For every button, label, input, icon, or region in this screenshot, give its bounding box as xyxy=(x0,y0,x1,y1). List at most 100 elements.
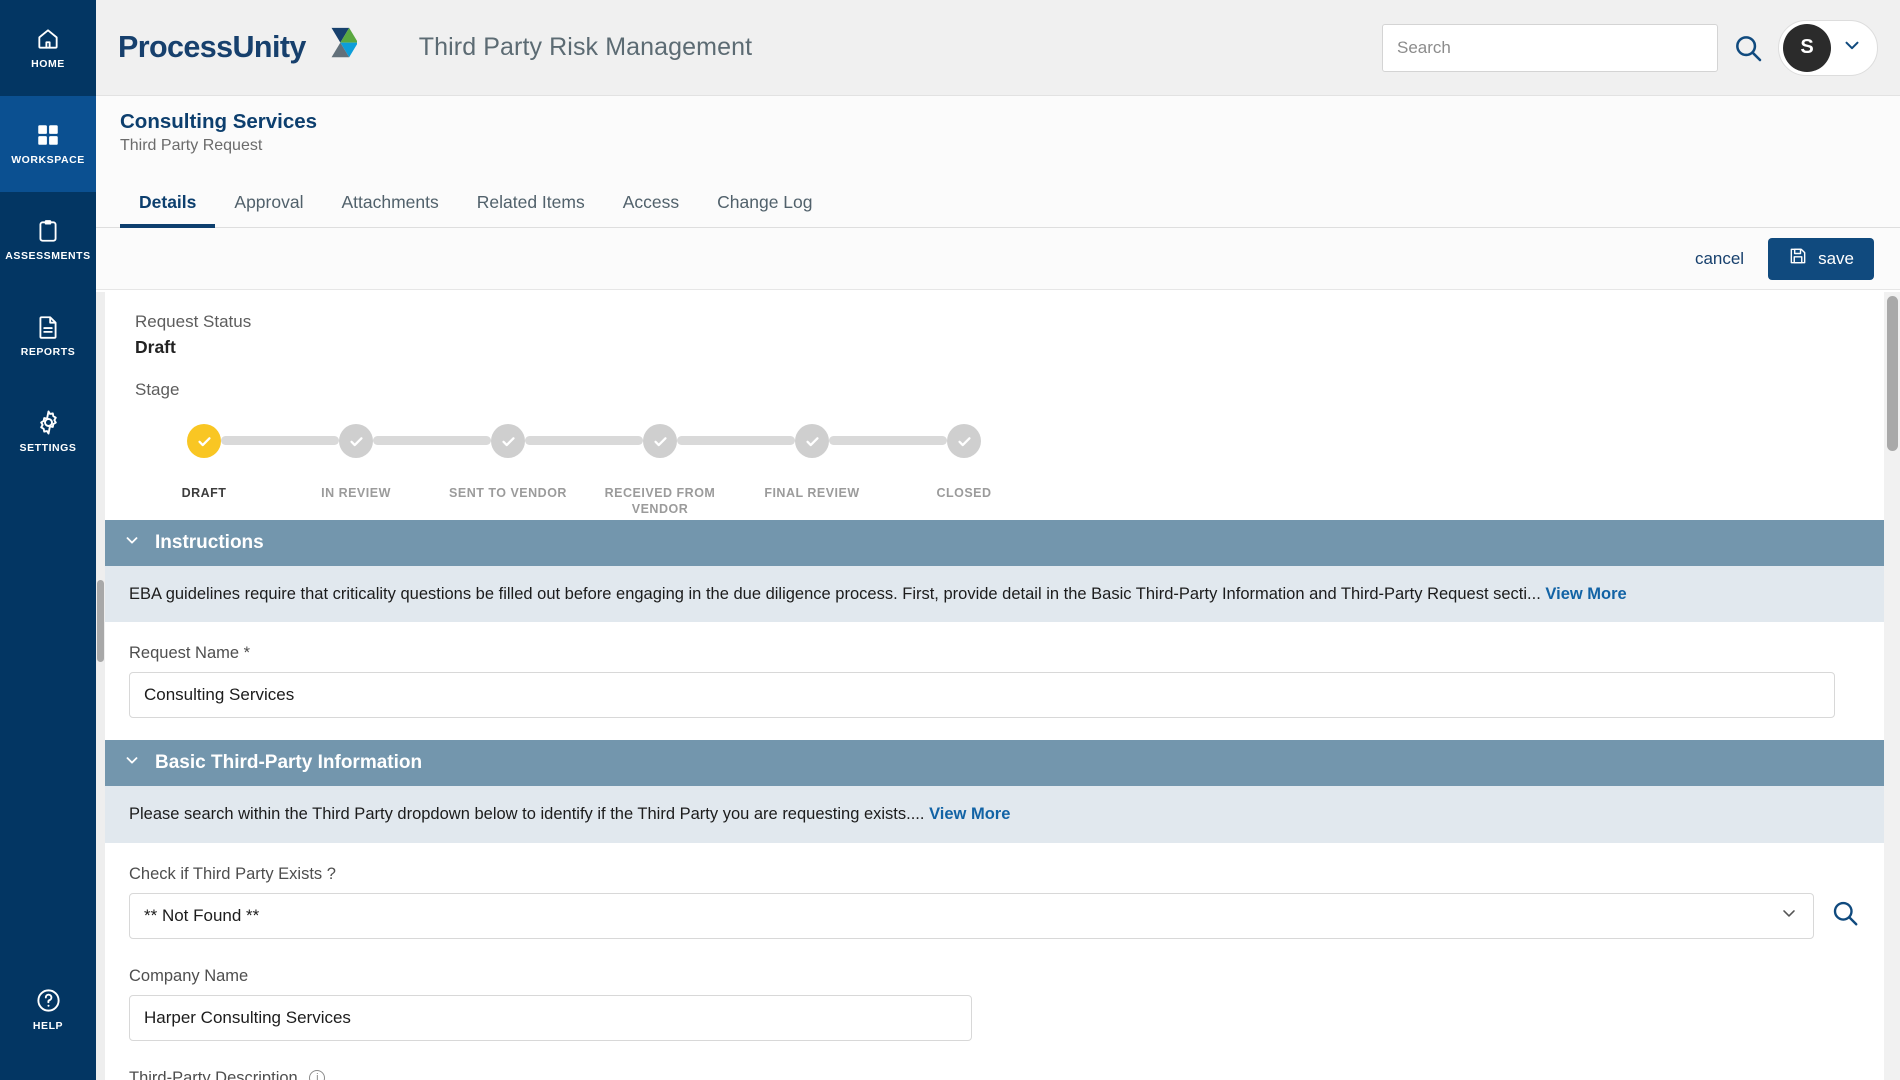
view-more-link[interactable]: View More xyxy=(1545,585,1626,603)
sidebar-item-home[interactable]: HOME xyxy=(0,0,96,96)
stage-step-label: FINAL REVIEW xyxy=(764,486,860,500)
tab-access[interactable]: Access xyxy=(604,192,698,227)
form-content: Request Status Draft Stage DRAFT IN REVI… xyxy=(96,290,1900,1080)
check-exists-row: ** Not Found ** xyxy=(129,892,1876,939)
record-title: Consulting Services xyxy=(120,110,318,133)
basic-info-note: Please search within the Third Party dro… xyxy=(105,786,1900,843)
sidebar-item-workspace[interactable]: WORKSPACE xyxy=(0,96,96,192)
page-scrollbar-right[interactable] xyxy=(1884,292,1900,1080)
check-icon xyxy=(187,424,221,458)
question-circle-icon xyxy=(35,987,62,1014)
sidebar-item-help[interactable]: HELP xyxy=(0,962,96,1058)
instructions-note: EBA guidelines require that criticality … xyxy=(105,566,1900,623)
stage-step-label: RECEIVED FROM VENDOR xyxy=(604,486,716,516)
stage-label: Stage xyxy=(135,380,180,399)
view-more-link[interactable]: View More xyxy=(929,805,1010,823)
left-nav-rail: HOME WORKSPACE ASSESSMENTS REPORTS SETTI… xyxy=(0,0,96,1080)
chevron-down-icon xyxy=(123,751,141,775)
logo-text: ProcessUnity xyxy=(118,30,306,64)
field-third-party-description: Third-Party Description i xyxy=(105,1062,1900,1080)
sidebar-item-label: HELP xyxy=(32,1020,64,1033)
stage-step-label: SENT TO VENDOR xyxy=(449,486,567,500)
top-header-bar: ProcessUnity Third Party Risk Management… xyxy=(96,0,1900,96)
field-request-name: Request Name * Consulting Services xyxy=(105,622,1900,741)
stage-connector xyxy=(221,436,339,445)
check-exists-select[interactable]: ** Not Found ** xyxy=(129,892,1814,939)
sidebar-item-reports[interactable]: REPORTS xyxy=(0,288,96,384)
save-button-label: save xyxy=(1818,248,1854,268)
instructions-note-text: EBA guidelines require that criticality … xyxy=(129,585,1541,603)
check-exists-value: ** Not Found ** xyxy=(144,905,260,925)
info-circle-icon[interactable]: i xyxy=(309,1069,326,1080)
clipboard-icon xyxy=(35,218,61,244)
chevron-down-icon xyxy=(1841,34,1863,61)
rail-spacer xyxy=(0,480,96,962)
request-status-label: Request Status xyxy=(135,312,252,331)
page-title: Third Party Risk Management xyxy=(418,33,753,61)
third-party-description-label-text: Third-Party Description xyxy=(129,1068,298,1080)
tab-related-items[interactable]: Related Items xyxy=(458,192,604,227)
stage-step-closed[interactable]: CLOSED xyxy=(936,424,991,500)
cancel-button[interactable]: cancel xyxy=(1691,243,1748,275)
request-name-label: Request Name * xyxy=(129,644,251,663)
company-name-input[interactable]: Harper Consulting Services xyxy=(129,994,972,1041)
stage-step-label: IN REVIEW xyxy=(321,486,391,500)
stage-step-in-review[interactable]: IN REVIEW xyxy=(321,424,390,500)
record-subtitle: Third Party Request xyxy=(120,137,263,154)
section-header-instructions[interactable]: Instructions xyxy=(105,520,1900,566)
request-status-value: Draft xyxy=(135,337,176,357)
sidebar-item-label: WORKSPACE xyxy=(11,153,85,166)
request-name-input[interactable]: Consulting Services xyxy=(129,672,1835,719)
stage-connector xyxy=(829,436,947,445)
stage-tracker-row: DRAFT IN REVIEW SENT TO VENDOR RECEIVED … xyxy=(182,424,991,516)
header-right-group: S xyxy=(1382,19,1878,76)
user-menu-button[interactable]: S xyxy=(1778,19,1878,76)
stage-step-sent-to-vendor[interactable]: SENT TO VENDOR xyxy=(449,424,566,500)
sidebar-item-label: ASSESSMENTS xyxy=(5,249,91,262)
stage-step-draft[interactable]: DRAFT xyxy=(182,424,226,500)
check-icon xyxy=(643,424,677,458)
stage-connector xyxy=(525,436,643,445)
gear-icon xyxy=(35,409,62,436)
form-scroll-region: Request Status Draft Stage DRAFT IN REVI… xyxy=(96,290,1900,1080)
sidebar-item-settings[interactable]: SETTINGS xyxy=(0,384,96,480)
basic-info-note-text: Please search within the Third Party dro… xyxy=(129,805,925,824)
floppy-disk-icon xyxy=(1788,246,1808,271)
check-icon xyxy=(491,424,525,458)
search-field-wrapper[interactable] xyxy=(1382,23,1718,72)
document-icon xyxy=(35,314,61,340)
stage-step-final-review[interactable]: FINAL REVIEW xyxy=(764,424,859,500)
section-header-basic-third-party-information[interactable]: Basic Third-Party Information xyxy=(105,740,1900,787)
action-bar: cancel save xyxy=(96,228,1900,290)
check-icon xyxy=(795,424,829,458)
page-scrollbar-right-thumb[interactable] xyxy=(1887,296,1898,451)
processunity-chevron-logo xyxy=(310,22,358,74)
search-icon[interactable] xyxy=(1732,32,1764,64)
search-input[interactable] xyxy=(1397,37,1703,58)
tab-approval[interactable]: Approval xyxy=(215,192,322,227)
tab-change-log[interactable]: Change Log xyxy=(698,192,831,227)
app-logo[interactable]: ProcessUnity xyxy=(118,22,358,74)
sidebar-item-assessments[interactable]: ASSESSMENTS xyxy=(0,192,96,288)
check-icon xyxy=(947,424,981,458)
stage-step-received-from-vendor[interactable]: RECEIVED FROM VENDOR xyxy=(605,424,715,516)
stage-tracker: DRAFT IN REVIEW SENT TO VENDOR RECEIVED … xyxy=(135,424,1900,516)
stage-connector xyxy=(373,436,491,445)
stage-connector xyxy=(677,436,795,445)
sidebar-item-label: SETTINGS xyxy=(19,442,77,455)
tab-details[interactable]: Details xyxy=(120,192,216,228)
chevron-down-icon xyxy=(1779,903,1799,928)
section-title: Basic Third-Party Information xyxy=(155,752,423,774)
search-icon[interactable] xyxy=(1830,898,1860,933)
third-party-description-label: Third-Party Description i xyxy=(129,1069,1876,1080)
tab-attachments[interactable]: Attachments xyxy=(322,192,457,227)
record-header: Consulting Services Third Party Request xyxy=(96,96,1900,176)
check-exists-label: Check if Third Party Exists ? xyxy=(129,864,336,883)
request-status-block: Request Status Draft Stage DRAFT IN REVI… xyxy=(105,290,1900,516)
save-button[interactable]: save xyxy=(1768,237,1874,280)
grid-icon xyxy=(35,122,61,148)
chevron-down-icon xyxy=(123,531,141,555)
inner-scrollbar-left-thumb[interactable] xyxy=(97,580,104,662)
sidebar-item-label: REPORTS xyxy=(20,345,76,358)
inner-scrollbar-left[interactable] xyxy=(96,292,105,1080)
